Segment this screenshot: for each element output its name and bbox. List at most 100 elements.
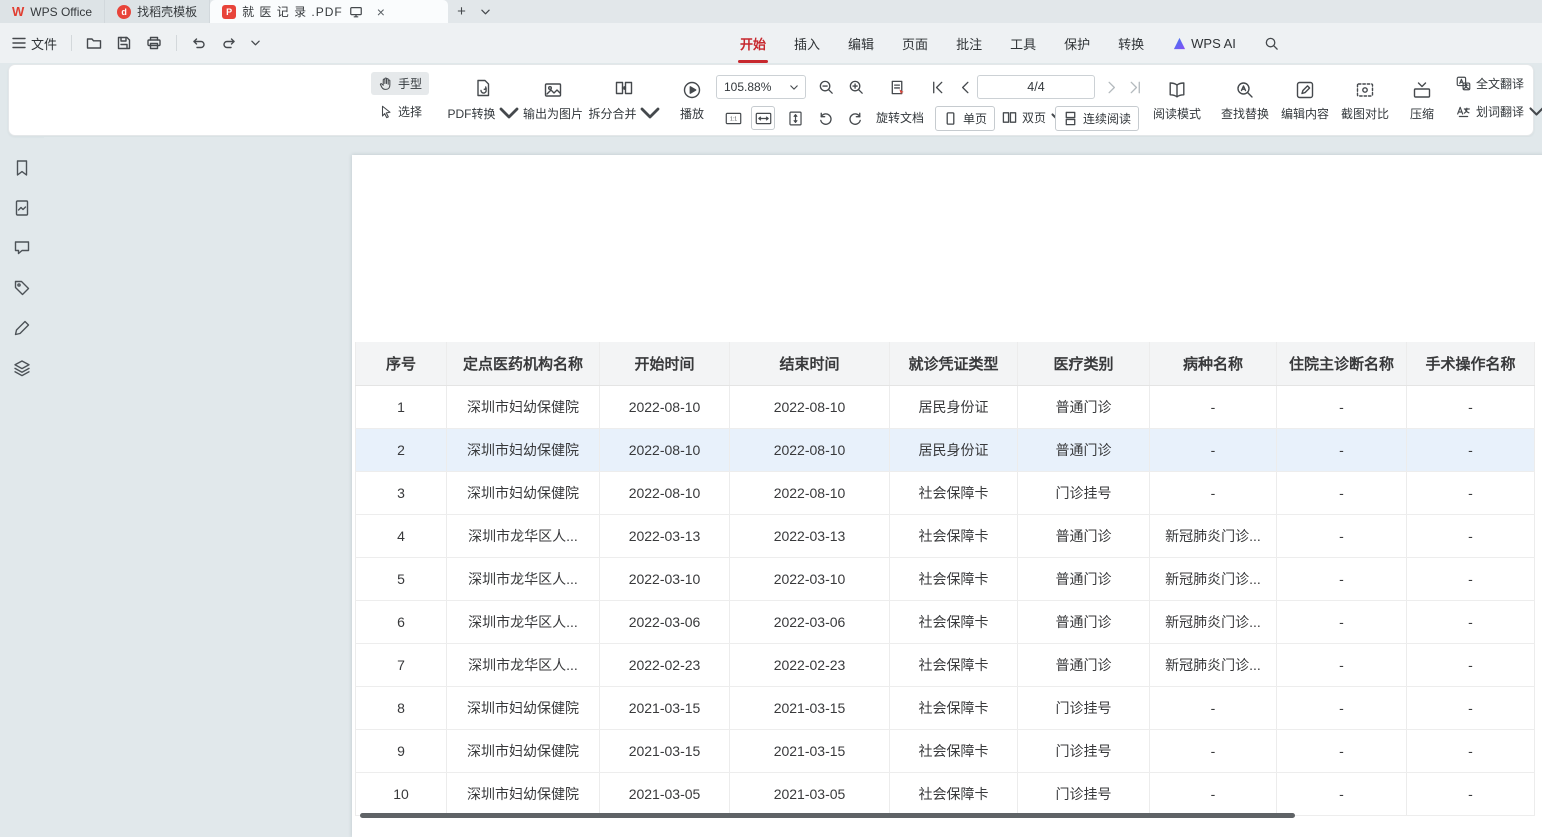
rotate-document-button[interactable]: 旋转文档 — [869, 106, 931, 129]
signature-pen-icon[interactable] — [13, 319, 31, 337]
horizontal-scrollbar-thumb[interactable] — [360, 813, 1295, 818]
menu-item-protect[interactable]: 保护 — [1050, 23, 1104, 63]
screenshot-compare-icon — [1355, 80, 1375, 100]
table-row[interactable]: 8深圳市妇幼保健院2021-03-152021-03-15社会保障卡门诊挂号--… — [355, 687, 1535, 730]
table-cell: 新冠肺炎门诊... — [1150, 601, 1277, 643]
zoom-in-button[interactable] — [844, 75, 868, 99]
save-icon — [116, 35, 132, 51]
split-merge-button[interactable]: 拆分合并 — [591, 71, 657, 130]
table-row[interactable]: 1深圳市妇幼保健院2022-08-102022-08-10居民身份证普通门诊--… — [355, 386, 1535, 429]
page-locate-button[interactable] — [885, 75, 909, 99]
tag-icon[interactable] — [13, 279, 31, 297]
open-file-button[interactable] — [86, 35, 102, 51]
bookmark-icon[interactable] — [13, 159, 31, 177]
continuous-reading-button[interactable]: 连续阅读 — [1055, 106, 1139, 131]
thumbnails-icon[interactable] — [13, 199, 31, 217]
chevron-down-icon — [790, 85, 798, 90]
pdf-convert-button[interactable]: PDF转换 — [453, 71, 513, 130]
fit-page-button[interactable] — [783, 106, 807, 130]
rotate-left-button[interactable] — [813, 106, 837, 130]
save-button[interactable] — [116, 35, 132, 51]
screenshot-compare-button[interactable]: 截图对比 — [1335, 71, 1395, 130]
prev-page-button[interactable] — [953, 75, 977, 99]
edit-content-button[interactable]: 编辑内容 — [1275, 71, 1335, 130]
fit-width-button[interactable] — [751, 106, 775, 130]
tab-bar: W WPS Office d 找稻壳模板 P 就 医 记 录 .PDF × + — [0, 0, 1542, 23]
table-cell: 2022-08-10 — [600, 386, 730, 428]
first-page-icon — [929, 79, 946, 96]
column-header: 序号 — [355, 342, 447, 385]
menu-item-edit[interactable]: 编辑 — [834, 23, 888, 63]
menu-item-wps-ai[interactable]: WPS AI — [1158, 23, 1250, 63]
play-button[interactable]: 播放 — [669, 71, 715, 130]
monitor-icon[interactable] — [349, 5, 363, 19]
last-page-button[interactable] — [1123, 75, 1147, 99]
rotate-right-icon — [847, 110, 864, 127]
table-row[interactable]: 4深圳市龙华区人...2022-03-132022-03-13社会保障卡普通门诊… — [355, 515, 1535, 558]
word-translate-button[interactable]: 划词翻译 — [1449, 100, 1542, 123]
table-cell: - — [1277, 386, 1407, 428]
tab-docer-templates[interactable]: d 找稻壳模板 — [105, 0, 210, 23]
menu-item-convert[interactable]: 转换 — [1104, 23, 1158, 63]
tab-wps-office[interactable]: W WPS Office — [0, 0, 105, 23]
first-page-button[interactable] — [925, 75, 949, 99]
wps-ai-label: WPS AI — [1191, 36, 1236, 51]
rotate-right-button[interactable] — [843, 106, 867, 130]
table-row[interactable]: 7深圳市龙华区人...2022-02-232022-02-23社会保障卡普通门诊… — [355, 644, 1535, 687]
table-row[interactable]: 5深圳市龙华区人...2022-03-102022-03-10社会保障卡普通门诊… — [355, 558, 1535, 601]
single-page-button[interactable]: 单页 — [935, 106, 995, 131]
table-row[interactable]: 6深圳市龙华区人...2022-03-062022-03-06社会保障卡普通门诊… — [355, 601, 1535, 644]
select-tool-button[interactable]: 选择 — [371, 100, 429, 123]
undo-history-chevron-icon[interactable] — [251, 40, 260, 46]
find-replace-button[interactable]: 查找替换 — [1215, 71, 1275, 130]
export-image-button[interactable]: 输出为图片 — [519, 71, 587, 130]
undo-button[interactable] — [191, 35, 207, 51]
table-cell: 2021-03-05 — [600, 773, 730, 815]
folder-open-icon — [86, 35, 102, 51]
next-page-button[interactable] — [1099, 75, 1123, 99]
full-translate-icon — [1456, 76, 1471, 91]
table-row[interactable]: 10深圳市妇幼保健院2021-03-052021-03-05社会保障卡门诊挂号-… — [355, 773, 1535, 816]
column-header: 开始时间 — [600, 342, 730, 385]
table-row[interactable]: 3深圳市妇幼保健院2022-08-102022-08-10社会保障卡门诊挂号--… — [355, 472, 1535, 515]
layers-icon[interactable] — [13, 359, 31, 377]
column-header: 病种名称 — [1150, 342, 1277, 385]
last-page-icon — [1127, 79, 1144, 96]
table-cell: - — [1407, 687, 1535, 729]
table-row[interactable]: 2深圳市妇幼保健院2022-08-102022-08-10居民身份证普通门诊--… — [355, 429, 1535, 472]
actual-size-button[interactable]: 1:1 — [721, 106, 745, 130]
table-cell: 7 — [355, 644, 447, 686]
file-menu-button[interactable]: 文件 — [12, 34, 57, 53]
table-cell: 门诊挂号 — [1018, 687, 1150, 729]
compress-button[interactable]: 压缩 — [1399, 71, 1445, 130]
reading-mode-button[interactable]: 阅读模式 — [1147, 71, 1207, 130]
page-number-input[interactable]: 4/4 — [977, 75, 1095, 99]
table-cell: 居民身份证 — [890, 386, 1018, 428]
menu-search-button[interactable] — [1250, 23, 1293, 63]
comment-icon[interactable] — [13, 239, 31, 257]
menu-item-page[interactable]: 页面 — [888, 23, 942, 63]
menu-item-tools[interactable]: 工具 — [996, 23, 1050, 63]
tab-document-pdf[interactable]: P 就 医 记 录 .PDF × — [210, 0, 448, 23]
tab-list-chevron-icon[interactable] — [475, 0, 496, 23]
double-page-icon — [1002, 110, 1017, 125]
table-cell: 普通门诊 — [1018, 429, 1150, 471]
close-tab-icon[interactable]: × — [377, 4, 385, 20]
tab-label: 就 医 记 录 .PDF — [242, 3, 343, 20]
menu-item-insert[interactable]: 插入 — [780, 23, 834, 63]
table-cell: 普通门诊 — [1018, 644, 1150, 686]
redo-button[interactable] — [221, 35, 237, 51]
menu-item-home[interactable]: 开始 — [726, 23, 780, 63]
print-button[interactable] — [146, 35, 162, 51]
zoom-level-dropdown[interactable]: 105.88% — [716, 75, 806, 99]
table-cell: - — [1150, 730, 1277, 772]
continuous-reading-label: 连续阅读 — [1083, 110, 1131, 127]
table-row[interactable]: 9深圳市妇幼保健院2021-03-152021-03-15社会保障卡门诊挂号--… — [355, 730, 1535, 773]
word-translate-icon — [1456, 104, 1471, 119]
new-tab-button[interactable]: + — [448, 0, 475, 23]
zoom-out-button[interactable] — [814, 75, 838, 99]
hand-tool-button[interactable]: 手型 — [371, 72, 429, 95]
full-text-translate-button[interactable]: 全文翻译 — [1449, 72, 1542, 95]
table-cell: - — [1277, 429, 1407, 471]
menu-item-comment[interactable]: 批注 — [942, 23, 996, 63]
